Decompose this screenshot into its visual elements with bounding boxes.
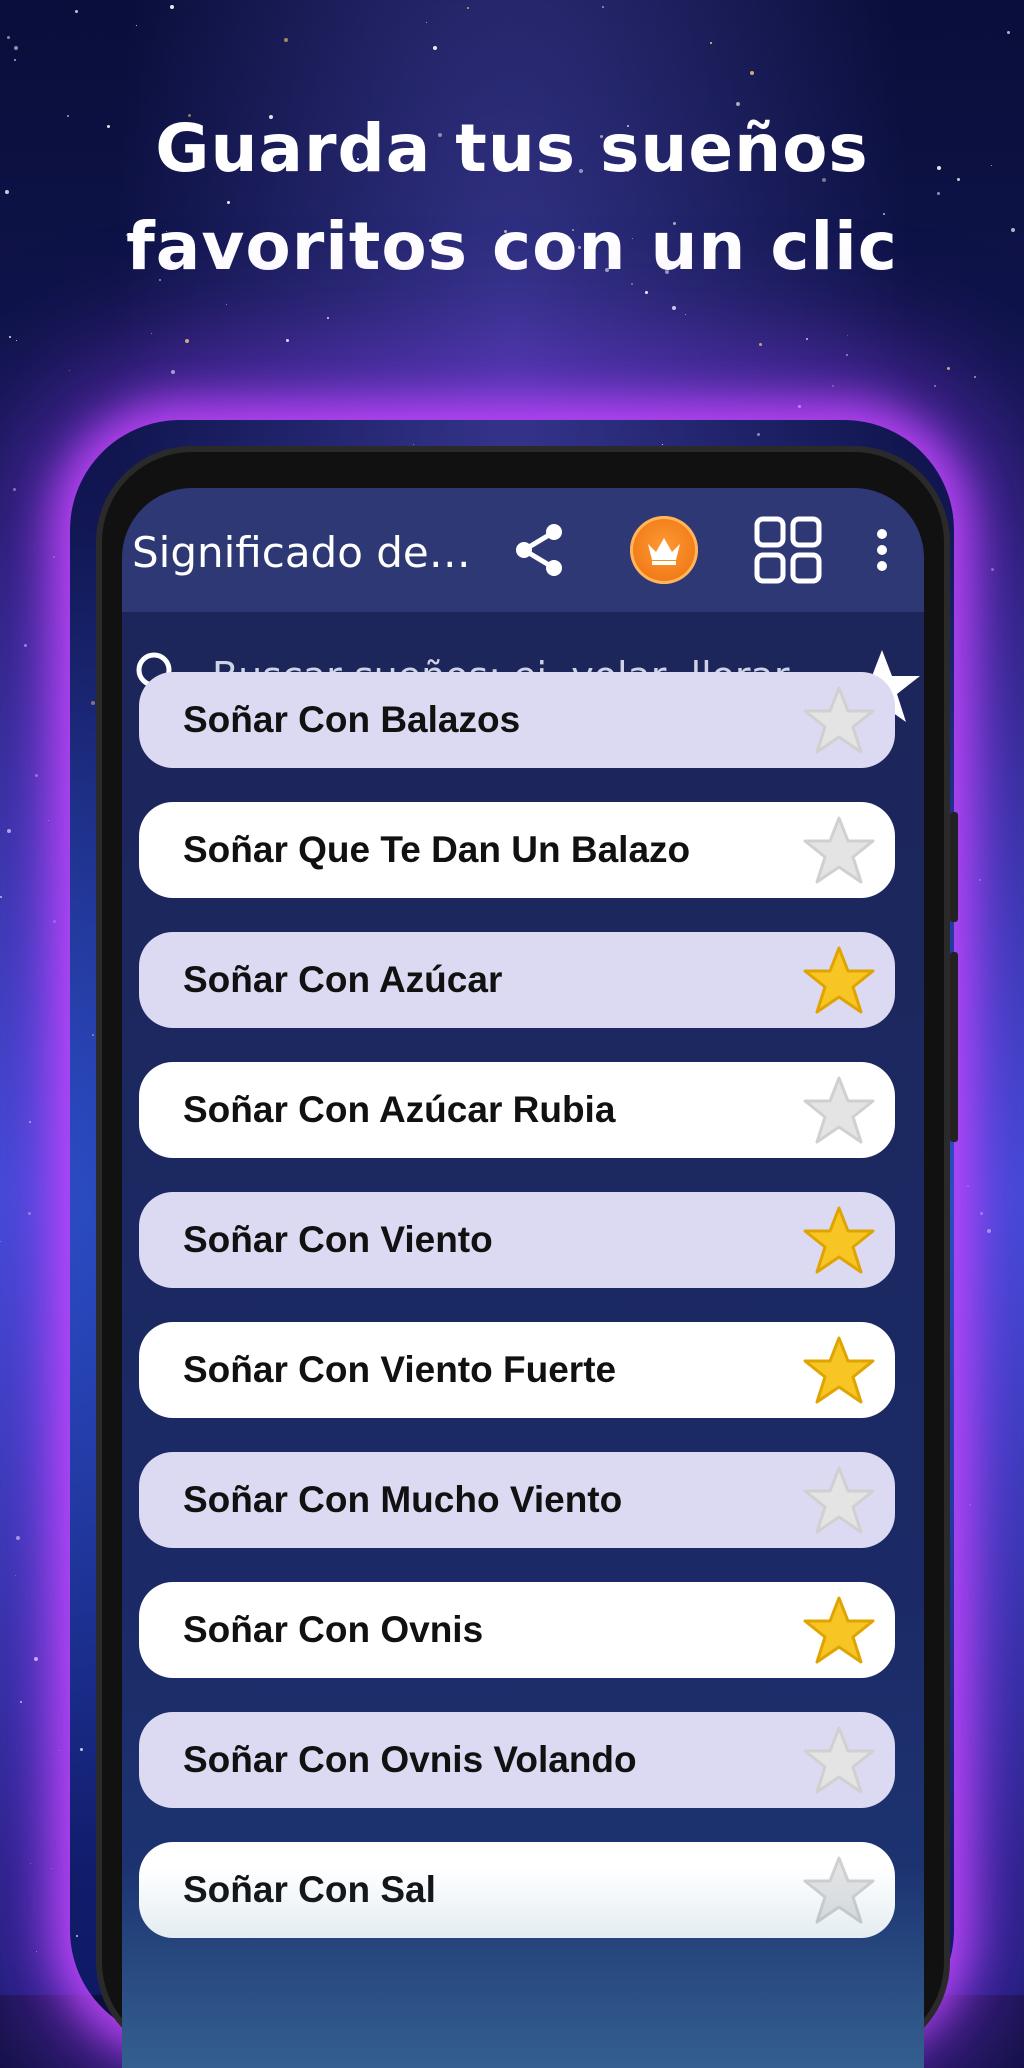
list-item-label: Soñar Que Te Dan Un Balazo <box>183 829 691 870</box>
headline-line-1: Guarda tus sueños <box>155 110 869 187</box>
favorite-star-icon[interactable] <box>803 1854 875 1926</box>
list-item-label: Soñar Con Viento Fuerte <box>183 1349 617 1390</box>
favorite-star-icon[interactable] <box>803 1724 875 1796</box>
list-item-label: Soñar Con Viento <box>183 1219 493 1260</box>
list-item[interactable]: Soñar Con Azúcar Rubia <box>139 1062 895 1158</box>
volume-button <box>950 812 958 922</box>
list-item[interactable]: Soñar Que Te Dan Un Balazo <box>139 802 895 898</box>
promo-headline: Guarda tus sueños favoritos con un clic <box>0 100 1024 296</box>
more-vert-icon[interactable] <box>862 514 902 586</box>
list-item[interactable]: Soñar Con Azúcar <box>139 932 895 1028</box>
list-item[interactable]: Soñar Con Sal <box>139 1842 895 1938</box>
list-item-label: Soñar Con Ovnis <box>183 1609 484 1650</box>
list-item[interactable]: Soñar Con Ovnis <box>139 1582 895 1678</box>
headline-line-2: favoritos con un clic <box>126 208 898 285</box>
list-item-label: Soñar Con Azúcar Rubia <box>183 1089 616 1130</box>
app-title: Significado de l... <box>132 528 482 577</box>
favorite-star-icon[interactable] <box>803 1464 875 1536</box>
list-item[interactable]: Soñar Con Balazos <box>139 672 895 768</box>
favorite-star-icon[interactable] <box>803 1594 875 1666</box>
share-icon[interactable] <box>504 514 576 586</box>
list-item[interactable]: Soñar Con Ovnis Volando <box>139 1712 895 1808</box>
premium-crown-button[interactable] <box>628 514 700 586</box>
app-screen: Significado de l... Buscar sueños: ej. v… <box>122 488 924 2068</box>
list-item-label: Soñar Con Sal <box>183 1869 436 1910</box>
favorite-star-icon[interactable] <box>803 1074 875 1146</box>
grid-icon[interactable] <box>752 514 824 586</box>
list-item-label: Soñar Con Ovnis Volando <box>183 1739 637 1780</box>
list-item[interactable]: Soñar Con Viento Fuerte <box>139 1322 895 1418</box>
favorite-star-icon[interactable] <box>803 684 875 756</box>
list-item[interactable]: Soñar Con Viento <box>139 1192 895 1288</box>
list-item-label: Soñar Con Azúcar <box>183 959 503 1000</box>
phone-frame: Significado de l... Buscar sueños: ej. v… <box>96 446 958 2068</box>
favorite-star-icon[interactable] <box>803 944 875 1016</box>
crown-icon <box>630 516 698 584</box>
list-item[interactable]: Soñar Con Mucho Viento <box>139 1452 895 1548</box>
favorite-star-icon[interactable] <box>803 814 875 886</box>
favorite-star-icon[interactable] <box>803 1204 875 1276</box>
list-item-label: Soñar Con Mucho Viento <box>183 1479 623 1520</box>
favorite-star-icon[interactable] <box>803 1334 875 1406</box>
app-bar: Significado de l... <box>122 488 924 612</box>
list-item-label: Soñar Con Balazos <box>183 699 521 740</box>
power-button <box>950 952 958 1142</box>
